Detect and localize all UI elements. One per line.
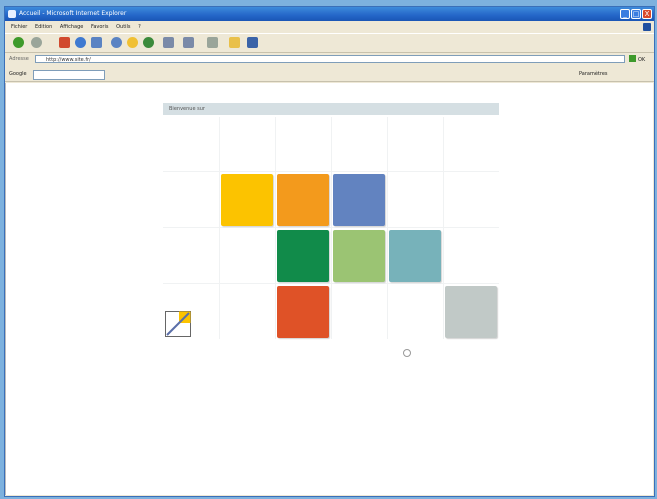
address-label: Adresse (9, 56, 29, 62)
tile-dark-green[interactable] (277, 230, 329, 282)
favorites-icon (126, 36, 138, 48)
favorites-button[interactable] (125, 36, 139, 48)
tile-blue[interactable] (333, 174, 385, 226)
menu-bar: Fichier Edition Affichage Favoris Outils… (5, 22, 654, 32)
home-button[interactable] (89, 36, 103, 48)
edit-button[interactable] (205, 36, 219, 48)
go-icon: OK (629, 55, 646, 63)
browser-icon (8, 10, 16, 18)
google-settings[interactable]: Paramètres (579, 67, 608, 81)
history-button[interactable] (141, 36, 155, 48)
refresh-icon (74, 36, 86, 48)
search-icon (110, 36, 122, 48)
mail-icon (162, 36, 174, 48)
close-button[interactable]: X (642, 9, 652, 19)
print-button[interactable] (181, 36, 195, 48)
folder-icon (228, 36, 240, 48)
tile-yellow[interactable] (221, 174, 273, 226)
go-button[interactable]: OK (628, 54, 650, 63)
back-button[interactable] (11, 36, 25, 48)
header-prefix: Bienvenue sur (169, 106, 205, 112)
menu-edit[interactable]: Edition (35, 24, 52, 30)
menu-view[interactable]: Affichage (60, 24, 84, 30)
stop-button[interactable] (57, 36, 71, 48)
mail-button[interactable] (161, 36, 175, 48)
address-bar: Adresse http://www.site.fr/ OK (5, 53, 654, 65)
go-label: OK (638, 57, 646, 63)
logo-icon[interactable] (165, 311, 191, 337)
standard-toolbar (5, 33, 654, 53)
tile-light-green[interactable] (333, 230, 385, 282)
grid-line (443, 117, 444, 339)
tile-orange[interactable] (277, 174, 329, 226)
folder-button[interactable] (227, 36, 241, 48)
address-input[interactable]: http://www.site.fr/ (35, 55, 625, 63)
tile-red-orange[interactable] (277, 286, 329, 338)
grid-line (275, 117, 276, 339)
grid-line (163, 283, 499, 284)
menu-help[interactable]: ? (138, 24, 141, 30)
stop-icon (58, 36, 70, 48)
refresh-button[interactable] (73, 36, 87, 48)
google-search-input[interactable] (33, 70, 105, 80)
bookmark-icon (403, 349, 411, 357)
tile-gray[interactable] (445, 286, 497, 338)
history-icon (142, 36, 154, 48)
search-button[interactable] (109, 36, 123, 48)
grid-line (163, 227, 499, 228)
back-icon (12, 36, 24, 48)
forward-button[interactable] (29, 36, 43, 48)
grid-line (331, 117, 332, 339)
menu-file[interactable]: Fichier (11, 24, 27, 30)
menu-favorites[interactable]: Favoris (91, 24, 109, 30)
page-content: Bienvenue sur (5, 83, 653, 495)
tile-teal[interactable] (389, 230, 441, 282)
messenger-button[interactable] (245, 36, 259, 48)
grid-line (387, 117, 388, 339)
windows-logo-icon (643, 23, 651, 31)
menu-tools[interactable]: Outils (116, 24, 130, 30)
minimize-button[interactable]: _ (620, 9, 630, 19)
window-title: Accueil - Microsoft Internet Explorer (19, 10, 127, 17)
forward-icon (30, 36, 42, 48)
title-bar[interactable]: Accueil - Microsoft Internet Explorer _ … (5, 7, 654, 21)
print-icon (182, 36, 194, 48)
messenger-icon (246, 36, 258, 48)
google-toolbar: Google Paramètres (5, 67, 654, 82)
page-header: Bienvenue sur (163, 103, 499, 115)
home-icon (90, 36, 102, 48)
edit-icon (206, 36, 218, 48)
grid-line (219, 117, 220, 339)
browser-window: Accueil - Microsoft Internet Explorer _ … (4, 6, 655, 497)
grid-line (163, 171, 499, 172)
maximize-button[interactable]: □ (631, 9, 641, 19)
google-label: Google (9, 71, 27, 77)
